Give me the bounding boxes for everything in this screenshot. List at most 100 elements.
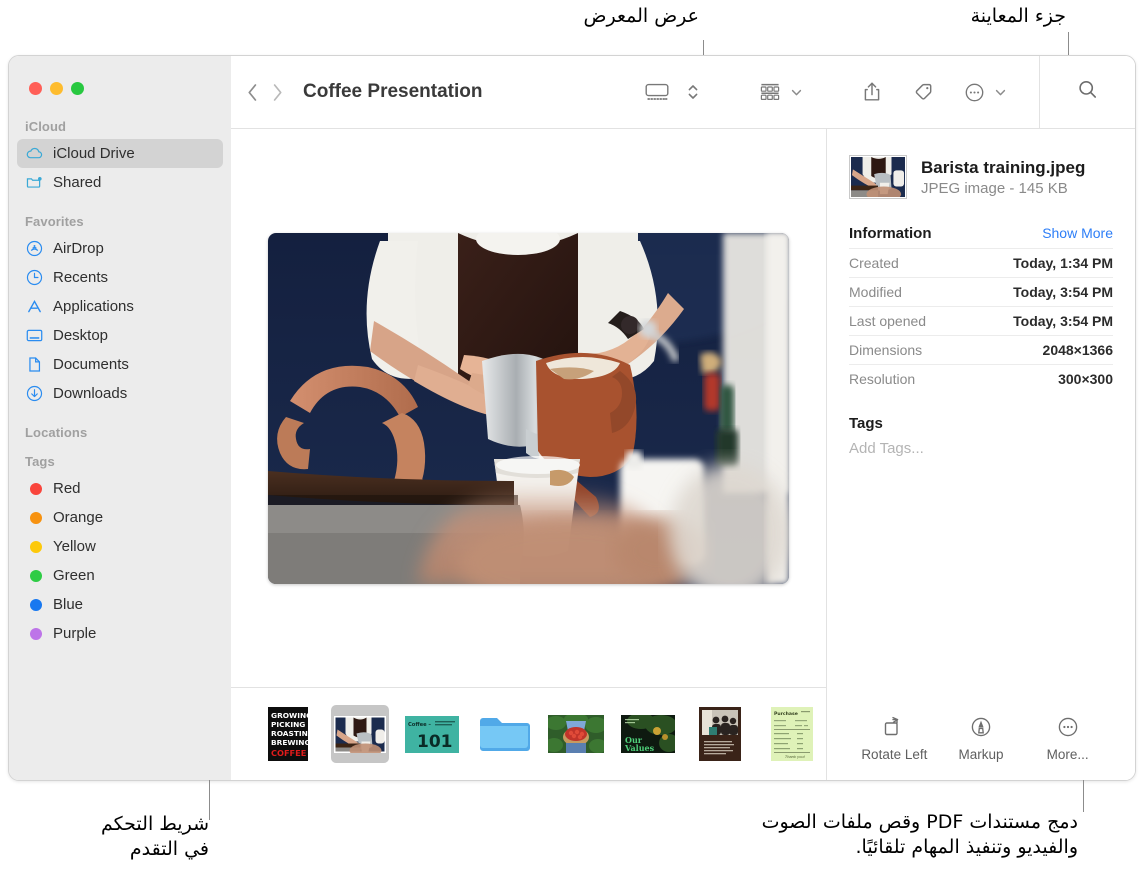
more-control: [957, 77, 1013, 107]
chevron-down-icon[interactable]: [788, 77, 809, 107]
annotation-preview-pane: جزء المعاينة: [970, 5, 1066, 27]
sidebar-item-tag-purple[interactable]: Purple: [17, 619, 223, 648]
search-field[interactable]: [1040, 56, 1135, 129]
info-row-resolution: Resolution 300×300: [849, 364, 1113, 393]
svg-text:Values: Values: [624, 743, 655, 753]
thumbnail-barista-training-photo[interactable]: [331, 705, 389, 763]
gallery-view-icon[interactable]: [638, 77, 676, 107]
thumbnail-purchase-form-document[interactable]: Purchase Thank you!: [763, 705, 821, 763]
forward-button[interactable]: [272, 83, 283, 102]
leader-line-bottom-right: [1083, 780, 1084, 812]
minimize-button[interactable]: [50, 82, 63, 95]
sidebar-header-icloud: iCloud: [25, 119, 67, 134]
show-more-link[interactable]: Show More: [1042, 225, 1113, 241]
sidebar-item-applications[interactable]: Applications: [17, 292, 223, 321]
sidebar-item-desktop[interactable]: Desktop: [17, 321, 223, 350]
info-value: Today, 1:34 PM: [1013, 255, 1113, 271]
thumbnail-our-values-slide[interactable]: Our Values: [619, 705, 677, 763]
tag-dot-green-icon: [25, 566, 44, 585]
share-icon[interactable]: [855, 77, 889, 107]
back-button[interactable]: [247, 83, 258, 102]
markup-icon: [969, 715, 993, 739]
sidebar-item-recents[interactable]: Recents: [17, 263, 223, 292]
rotate-left-button[interactable]: Rotate Left: [851, 715, 938, 762]
thumbnail-meeting-document[interactable]: [691, 705, 749, 763]
finder-window: iCloud iCloud Drive Shared Favorites Air…: [8, 55, 1136, 781]
sidebar-item-documents[interactable]: Documents: [17, 350, 223, 379]
info-row-modified: Modified Today, 3:54 PM: [849, 277, 1113, 306]
info-row-created: Created Today, 1:34 PM: [849, 248, 1113, 277]
tag-dot-purple-icon: [25, 624, 44, 643]
main-area: Coffee Presentation GROWIN PICKING ROAST…: [231, 56, 1135, 780]
download-icon: [25, 384, 44, 403]
sidebar-item-airdrop[interactable]: AirDrop: [17, 234, 223, 263]
svg-text:GROWING: GROWING: [271, 711, 308, 720]
info-row-dimensions: Dimensions 2048×1366: [849, 335, 1113, 364]
markup-button[interactable]: Markup: [938, 715, 1025, 762]
chevron-down-icon[interactable]: [992, 77, 1013, 107]
more-button[interactable]: More...: [1024, 715, 1111, 762]
sidebar-item-tag-green[interactable]: Green: [17, 561, 223, 590]
preview-actions: Rotate Left Markup More...: [849, 715, 1113, 780]
chevron-up-down-icon[interactable]: [680, 77, 706, 107]
sidebar-item-shared[interactable]: Shared: [17, 168, 223, 197]
thumbnail-folder[interactable]: [475, 705, 533, 763]
tag-dot-blue-icon: [25, 595, 44, 614]
sidebar-item-label: Documents: [53, 356, 129, 373]
hero-image-barista-pouring-coffee[interactable]: [268, 232, 789, 584]
tags-title: Tags: [849, 415, 883, 432]
ellipsis-circle-icon: [1056, 715, 1080, 739]
window-controls[interactable]: [29, 82, 84, 95]
screenshot-root: عرض المعرض جزء المعاينة iCloud iCloud Dr…: [0, 0, 1144, 888]
thumbnail-coffee-101-slide[interactable]: Coffee – 101: [403, 705, 461, 763]
sidebar-item-label: iCloud Drive: [53, 145, 135, 162]
tag-icon[interactable]: [905, 77, 941, 107]
more-label: More...: [1046, 747, 1089, 762]
preview-file-meta: JPEG image - 145 KB: [921, 180, 1068, 198]
sidebar-item-downloads[interactable]: Downloads: [17, 379, 223, 408]
thumbnail-filmstrip[interactable]: GROWING PICKING ROASTING BREWING COFFEE: [231, 687, 826, 780]
preview-file-header: Barista training.jpeg JPEG image - 145 K…: [849, 129, 1113, 199]
sidebar-item-label: Green: [53, 567, 95, 584]
information-title: Information: [849, 225, 932, 242]
ellipsis-circle-icon[interactable]: [957, 77, 992, 107]
add-tags-field[interactable]: Add Tags...: [849, 440, 1113, 457]
sidebar-item-tag-yellow[interactable]: Yellow: [17, 532, 223, 561]
thumbnail-growing-picking-roasting-brewing-coffee-poster[interactable]: GROWING PICKING ROASTING BREWING COFFEE: [259, 705, 317, 763]
sidebar-item-tag-blue[interactable]: Blue: [17, 590, 223, 619]
close-button[interactable]: [29, 82, 42, 95]
svg-text:BREWING: BREWING: [271, 738, 308, 747]
zoom-button[interactable]: [71, 82, 84, 95]
preview-pane: Barista training.jpeg JPEG image - 145 K…: [826, 129, 1135, 780]
information-section-header: Information Show More: [849, 225, 1113, 248]
thumbnail-coffee-cherries-basket-photo[interactable]: [547, 705, 605, 763]
rotate-left-icon: [881, 715, 907, 739]
sidebar-item-label: AirDrop: [53, 240, 104, 257]
sidebar-item-label: Red: [53, 480, 81, 497]
sidebar: iCloud iCloud Drive Shared Favorites Air…: [9, 56, 231, 780]
info-key: Resolution: [849, 371, 916, 387]
sidebar-item-label: Yellow: [53, 538, 96, 555]
sidebar-item-tag-orange[interactable]: Orange: [17, 503, 223, 532]
toolbar: Coffee Presentation: [231, 56, 1135, 129]
info-value: Today, 3:54 PM: [1013, 284, 1113, 300]
page-title: Coffee Presentation: [303, 81, 483, 102]
group-by-control: [752, 77, 809, 107]
group-by-icon[interactable]: [752, 77, 788, 107]
svg-text:Coffee –: Coffee –: [408, 722, 431, 728]
sidebar-item-label: Desktop: [53, 327, 109, 344]
search-icon[interactable]: [1076, 78, 1099, 106]
preview-file-name: Barista training.jpeg: [921, 157, 1086, 177]
document-icon: [25, 355, 44, 374]
sidebar-item-icloud-drive[interactable]: iCloud Drive: [17, 139, 223, 168]
sidebar-item-label: Applications: [53, 298, 134, 315]
sidebar-header-favorites: Favorites: [25, 214, 84, 229]
annotation-progress-bar: شريط التحكم في التقدم: [101, 813, 209, 861]
hero-preview-area: [231, 129, 826, 687]
sidebar-item-tag-red[interactable]: Red: [17, 474, 223, 503]
shared-folder-icon: [25, 173, 44, 192]
clock-icon: [25, 268, 44, 287]
applications-icon: [25, 297, 44, 316]
desktop-icon: [25, 326, 44, 345]
sidebar-item-label: Downloads: [53, 385, 128, 402]
